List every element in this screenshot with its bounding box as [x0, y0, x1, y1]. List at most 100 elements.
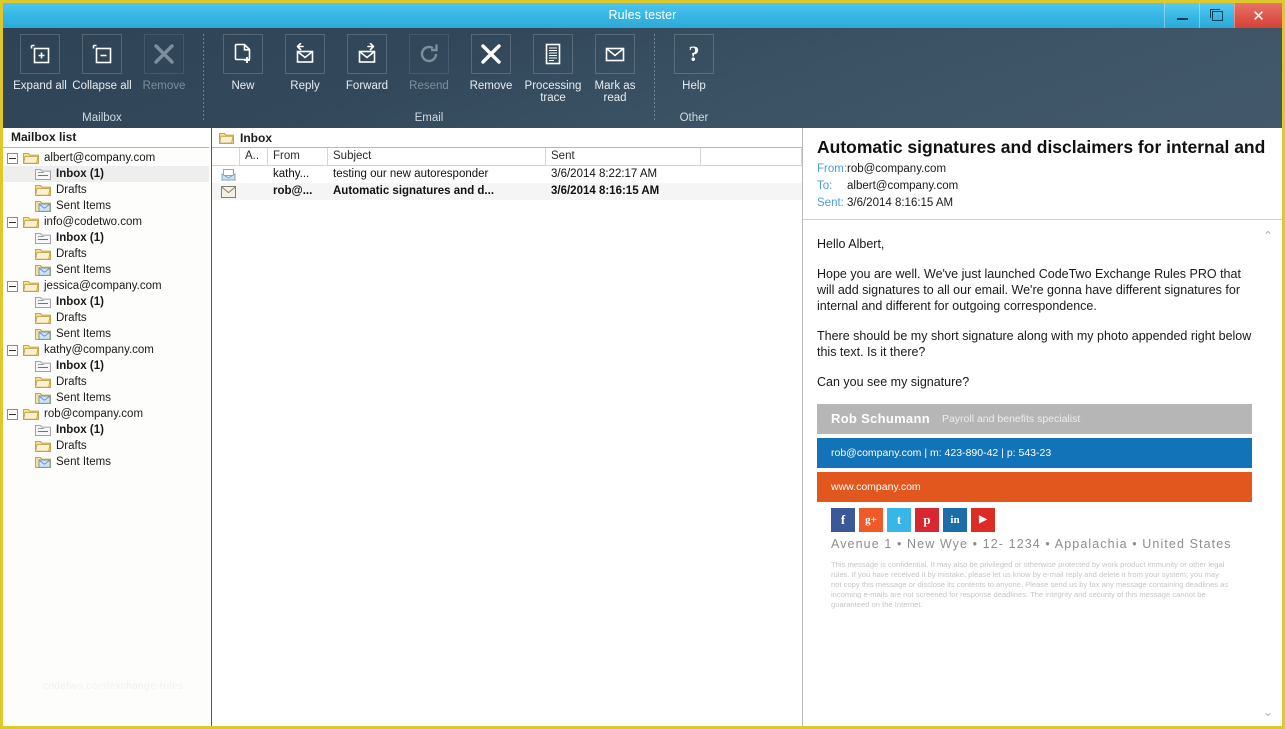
message-row[interactable]: kathy... testing our new autoresponder 3/6… — [212, 166, 802, 183]
googleplus-icon[interactable]: g+ — [859, 508, 883, 532]
maximize-button[interactable] — [1199, 3, 1234, 28]
message-body: ⌃ Hello Albert, Hope you are well. We've … — [803, 220, 1282, 726]
tree-folder-sent-items[interactable]: Sent Items — [3, 198, 209, 214]
minimize-button[interactable] — [1164, 3, 1199, 28]
rules-tester-window: Rules tester ✕ Expand all Collapse all Rem… — [0, 0, 1285, 729]
sent-folder-icon — [35, 455, 51, 469]
scroll-down-icon[interactable]: ⌄ — [1260, 704, 1276, 720]
body-paragraphs: Hello Albert, Hope you are well. We've ju… — [817, 236, 1252, 390]
email-signature: Rob Schumann Payroll and benefits specia… — [817, 404, 1252, 610]
mailbox-tree[interactable]: albert@company.com Inbox (1) Drafts Sent It… — [3, 148, 209, 726]
tree-folder-drafts[interactable]: Drafts — [3, 374, 209, 390]
ribbon-group-other-buttons: ? Help — [663, 28, 725, 92]
sent-folder-icon — [35, 327, 51, 341]
tree-account-label: albert@company.com — [44, 152, 156, 164]
column-from[interactable]: From — [268, 147, 328, 166]
tree-account-label: rob@company.com — [44, 408, 144, 420]
tree-account-kathy@company.com[interactable]: kathy@company.com — [3, 342, 209, 358]
svg-text:?: ? — [689, 42, 700, 66]
tree-account-jessica@company.com[interactable]: jessica@company.com — [3, 278, 209, 294]
linkedin-icon-glyph: in — [950, 514, 960, 526]
tree-account-albert@company.com[interactable]: albert@company.com — [3, 150, 209, 166]
body-paragraph: There should be my short signature along… — [817, 329, 1252, 359]
linkedin-icon[interactable]: in — [943, 508, 967, 532]
account-folder-icon — [22, 279, 39, 293]
signature-website-bar[interactable]: www.company.com — [817, 472, 1252, 502]
facebook-icon[interactable]: f — [831, 508, 855, 532]
signature-contact-bar: rob@company.com | m: 423-890-42 | p: 543… — [817, 438, 1252, 468]
tree-folder-sent-items[interactable]: Sent Items — [3, 262, 209, 278]
tree-folder-inbox----[interactable]: Inbox (1) — [3, 166, 209, 182]
ribbon-button-mark-as-read[interactable]: Mark as read — [584, 28, 646, 104]
ribbon-button-reply-label: Reply — [290, 80, 320, 92]
signature-role: Payroll and benefits specialist — [941, 413, 1081, 425]
collapse-toggle-icon[interactable] — [7, 408, 18, 420]
ribbon-button-reply[interactable]: Reply — [274, 28, 336, 92]
tree-account-info@codetwo.com[interactable]: info@codetwo.com — [3, 214, 209, 230]
tree-folder-inbox----[interactable]: Inbox (1) — [3, 230, 209, 246]
sent-label: Sent: — [817, 197, 844, 209]
tree-account-label: jessica@company.com — [44, 280, 162, 292]
tree-folder-inbox----[interactable]: Inbox (1) — [3, 358, 209, 374]
close-button[interactable]: ✕ — [1234, 3, 1282, 28]
twitter-icon-glyph: t — [896, 512, 902, 527]
tree-folder-drafts[interactable]: Drafts — [3, 438, 209, 454]
tree-folder-label: Drafts — [56, 312, 87, 324]
message-subject: Automatic signatures and disclaimers for… — [817, 137, 1268, 157]
ribbon-button-resend-label: Resend — [409, 80, 449, 92]
inbox-folder-icon — [35, 167, 51, 181]
new-document-icon — [223, 34, 263, 74]
ribbon-button-help[interactable]: ? Help — [663, 28, 725, 92]
column-subject[interactable]: Subject — [328, 147, 546, 166]
ribbon-button-new[interactable]: New — [212, 28, 274, 92]
tree-folder-sent-items[interactable]: Sent Items — [3, 326, 209, 342]
sent-folder-icon — [35, 199, 51, 213]
tree-folder-inbox----[interactable]: Inbox (1) — [3, 422, 209, 438]
scroll-up-icon[interactable]: ⌃ — [1260, 228, 1276, 244]
window-controls: ✕ — [1164, 3, 1282, 28]
body-paragraph: Can you see my signature? — [817, 375, 970, 389]
tree-account-rob@company.com[interactable]: rob@company.com — [3, 406, 209, 422]
tree-folder-inbox----[interactable]: Inbox (1) — [3, 294, 209, 310]
from-value: rob@company.com — [847, 163, 947, 175]
from-label: From: — [817, 163, 848, 175]
question-mark-icon: ? — [674, 34, 714, 74]
read-envelope-icon — [212, 166, 240, 183]
youtube-icon[interactable]: ▶ — [971, 508, 995, 532]
tree-folder-sent-items[interactable]: Sent Items — [3, 390, 209, 406]
ribbon-button-forward[interactable]: Forward — [336, 28, 398, 92]
facebook-icon-glyph: f — [840, 512, 846, 527]
column-icon[interactable] — [212, 147, 240, 166]
ribbon-button-mark-as-read-label: Mark as read — [594, 80, 636, 104]
twitter-icon[interactable]: t — [887, 508, 911, 532]
message-list-columns[interactable]: A.. From Subject Sent — [212, 147, 802, 166]
message-list-panel: Inbox A.. From Subject Sent kathy... test… — [212, 128, 803, 726]
column-attachment[interactable]: A.. — [240, 147, 268, 166]
tree-folder-drafts[interactable]: Drafts — [3, 310, 209, 326]
mailbox-list-header: Mailbox list — [3, 128, 209, 148]
tree-folder-label: Inbox (1) — [56, 296, 104, 308]
collapse-toggle-icon[interactable] — [7, 152, 18, 164]
refresh-circle-icon — [409, 34, 449, 74]
collapse-toggle-icon[interactable] — [7, 216, 18, 228]
column-sent[interactable]: Sent — [546, 147, 701, 166]
pinterest-icon[interactable]: p — [915, 508, 939, 532]
collapse-toggle-icon[interactable] — [7, 280, 18, 292]
ribbon-group-email-buttons: New Reply Forward Resend Remove Processing tr… — [212, 28, 646, 104]
collapse-toggle-icon[interactable] — [7, 344, 18, 356]
tree-folder-sent-items[interactable]: Sent Items — [3, 454, 209, 470]
message-subject-cell: testing our new autoresponder — [333, 168, 489, 180]
minimize-icon — [1176, 18, 1188, 20]
to-value: albert@company.com — [847, 180, 959, 192]
tree-folder-label: Inbox (1) — [56, 232, 104, 244]
ribbon-button-collapse-all[interactable]: Collapse all — [71, 28, 133, 92]
message-row[interactable]: rob@... Automatic signatures and d... 3/6/… — [212, 183, 802, 200]
inbox-folder-icon — [35, 295, 51, 309]
tree-folder-drafts[interactable]: Drafts — [3, 246, 209, 262]
message-to-line: To: albert@company.com — [817, 180, 1268, 192]
ribbon-button-remove-email[interactable]: Remove — [460, 28, 522, 92]
ribbon-button-processing-trace[interactable]: Processing trace — [522, 28, 584, 104]
tree-folder-drafts[interactable]: Drafts — [3, 182, 209, 198]
ribbon-button-collapse-all-label: Collapse all — [72, 80, 132, 92]
ribbon-button-expand-all[interactable]: Expand all — [9, 28, 71, 92]
